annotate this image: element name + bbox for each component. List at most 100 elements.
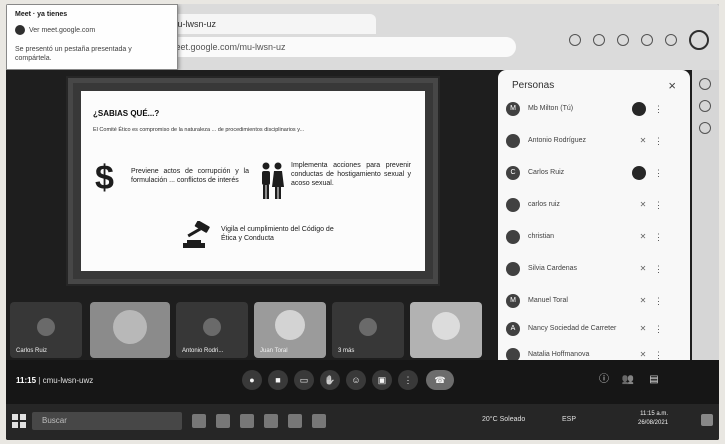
extensions-icon[interactable]	[641, 34, 653, 46]
avatar	[359, 318, 377, 336]
more-options-button[interactable]: ⋮	[398, 370, 418, 390]
more-options-icon[interactable]: ⋮	[654, 104, 663, 115]
more-options-icon[interactable]: ⋮	[654, 296, 663, 307]
more-options-icon[interactable]: ⋮	[654, 324, 663, 335]
key-icon[interactable]	[569, 34, 581, 46]
participant-tile[interactable]: Carlos Ruiz	[10, 302, 82, 358]
star-icon[interactable]	[617, 34, 629, 46]
more-options-icon[interactable]: ⋮	[654, 232, 663, 243]
search-icon[interactable]	[699, 78, 711, 90]
shared-screen: ¿SABIAS QUÉ...? El Comité Ético es compr…	[68, 78, 438, 284]
tile-label: Antonio Rodri...	[182, 348, 224, 354]
share-icon[interactable]	[593, 34, 605, 46]
add-icon[interactable]	[699, 122, 711, 134]
participant-row[interactable]: Silvia Cardenas ✕ ⋮	[506, 260, 682, 282]
notifications-icon[interactable]	[701, 414, 713, 426]
gavel-icon	[183, 221, 210, 248]
participant-tile[interactable]	[90, 302, 170, 358]
app-icon[interactable]	[312, 414, 326, 428]
browser-side-panel	[692, 70, 719, 360]
more-options-icon[interactable]: ⋮	[654, 264, 663, 275]
mic-off-icon: ✕	[639, 324, 647, 333]
task-view-icon[interactable]	[192, 414, 206, 428]
clock-date: 26/08/2021	[638, 420, 669, 426]
mic-button[interactable]: ●	[242, 370, 262, 390]
participant-row[interactable]: M Mb Milton (Tú) ⋮	[506, 100, 682, 122]
present-icon: ▣	[377, 375, 387, 385]
participant-tile[interactable]	[410, 302, 482, 358]
participant-name: Carlos Ruiz	[528, 169, 565, 176]
meeting-time: 11:15	[16, 376, 37, 385]
address-bar[interactable]: meet.google.com/mu-lwsn-uz	[156, 37, 516, 57]
toolbar-icons	[569, 30, 709, 50]
people-icon[interactable]: 👥	[620, 372, 636, 388]
leave-call-button[interactable]: ☎	[426, 370, 454, 390]
participant-video	[432, 312, 460, 340]
tile-label: 3 más	[338, 348, 355, 354]
info-icon[interactable]: ⓘ	[596, 372, 612, 388]
edge-icon[interactable]	[216, 414, 230, 428]
close-icon[interactable]: ×	[668, 78, 676, 93]
presentation-slide: ¿SABIAS QUÉ...? El Comité Ético es compr…	[81, 91, 425, 271]
notification-title: Meet · ya tienes	[15, 11, 68, 18]
more-options-icon[interactable]: ⋮	[654, 136, 663, 147]
raise-hand-button[interactable]: ✋	[320, 370, 340, 390]
people-icon	[262, 162, 284, 199]
slide-item-code: Vigila el cumplimiento del Código de Éti…	[221, 226, 334, 242]
participant-row[interactable]: carlos ruiz ✕ ⋮	[506, 196, 682, 218]
account-avatar-icon[interactable]	[689, 30, 709, 50]
mic-off-icon: ✕	[639, 200, 647, 209]
participant-name: carlos ruiz	[528, 201, 560, 208]
participant-tile[interactable]: Antonio Rodri...	[176, 302, 248, 358]
more-options-icon[interactable]: ⋮	[654, 168, 663, 179]
participant-row[interactable]: christian ✕ ⋮	[506, 228, 682, 250]
clock[interactable]: 11:15 a.m. 26/08/2021	[638, 410, 668, 428]
meeting-info: 11:15 | cmu-lwsn-uwz	[16, 376, 93, 385]
notification-popup[interactable]: Meet · ya tienes Ver meet.google.com Se …	[6, 4, 178, 70]
notification-source: Ver meet.google.com	[29, 27, 96, 34]
speaking-indicator-icon	[632, 102, 646, 116]
participant-video	[113, 310, 147, 344]
dollar-icon: $	[95, 159, 114, 197]
captions-button[interactable]: ▭	[294, 370, 314, 390]
clock-time: 11:15 a.m.	[640, 411, 669, 417]
slide-item-corruption: Previene actos de corrupción y la formul…	[131, 168, 249, 184]
participant-name: Silvia Cardenas	[528, 265, 578, 272]
participant-name: Antonio Rodríguez	[528, 137, 586, 144]
participant-row[interactable]: Antonio Rodríguez ✕ ⋮	[506, 132, 682, 154]
profile-icon[interactable]	[665, 34, 677, 46]
chrome-icon[interactable]	[264, 414, 278, 428]
participant-name: christian	[528, 233, 555, 240]
avatar	[506, 262, 520, 276]
screen: mu-lwsn-uz meet.google.com/mu-lwsn-uz Me…	[6, 4, 719, 440]
app-icon[interactable]	[288, 414, 302, 428]
participant-row[interactable]: C Carlos Ruiz ⋮	[506, 164, 682, 186]
weather-widget[interactable]: 20°C Soleado	[482, 416, 525, 423]
mic-off-icon: ✕	[639, 350, 647, 359]
avatar	[37, 318, 55, 336]
language-indicator[interactable]: ESP	[562, 416, 576, 423]
reactions-button[interactable]: ☺	[346, 370, 366, 390]
chat-icon[interactable]: ▤	[646, 372, 662, 388]
participant-name: Manuel Toral	[528, 297, 568, 304]
mic-off-icon: ✕	[639, 136, 647, 145]
taskbar: Buscar 20°C Soleado ESP 11:15 a.m. 26/08…	[6, 404, 719, 440]
mic-off-icon: ✕	[639, 296, 647, 305]
participant-tile[interactable]: 3 más	[332, 302, 404, 358]
separator: |	[38, 376, 41, 385]
windows-start-icon[interactable]	[12, 414, 26, 428]
participant-tile[interactable]: Juan Toral	[254, 302, 326, 358]
camera-button[interactable]: ■	[268, 370, 288, 390]
taskbar-search-input[interactable]: Buscar	[32, 412, 182, 430]
participant-row[interactable]: M Manuel Toral ✕ ⋮	[506, 292, 682, 314]
more-options-icon[interactable]: ⋮	[654, 200, 663, 211]
participant-row[interactable]: A Nancy Sociedad de Carreter ✕ ⋮	[506, 320, 682, 342]
browser-tab[interactable]: mu-lwsn-uz	[156, 14, 376, 34]
present-button[interactable]: ▣	[372, 370, 392, 390]
avatar	[506, 134, 520, 148]
hand-icon: ✋	[324, 375, 336, 385]
settings-icon[interactable]	[699, 100, 711, 112]
speaking-indicator-icon	[632, 166, 646, 180]
avatar	[203, 318, 221, 336]
file-explorer-icon[interactable]	[240, 414, 254, 428]
